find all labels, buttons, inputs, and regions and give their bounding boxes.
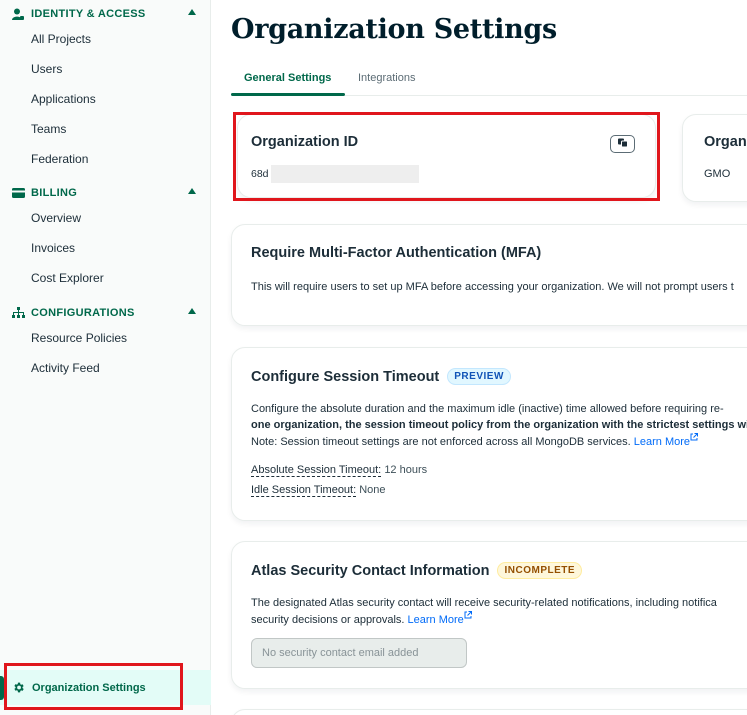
org-id-value: 68d	[251, 168, 269, 180]
caret-up-icon[interactable]	[188, 308, 196, 314]
sidebar-item-overview[interactable]: Overview	[31, 210, 81, 226]
sidebar-item-users[interactable]: Users	[31, 61, 62, 77]
external-link-icon	[464, 611, 472, 619]
org-name-title: Organ	[704, 134, 747, 150]
incomplete-badge: INCOMPLETE	[497, 562, 583, 579]
session-note: Note: Session timeout settings are not e…	[251, 436, 631, 448]
section-configurations[interactable]: CONFIGURATIONS	[11, 305, 196, 321]
security-note: security decisions or approvals.	[251, 614, 405, 626]
security-line-1: The designated Atlas security contact wi…	[251, 597, 717, 609]
sidebar-item-cost-explorer[interactable]: Cost Explorer	[31, 270, 104, 286]
mfa-card	[231, 224, 747, 326]
sidebar-item-activity-feed[interactable]: Activity Feed	[31, 360, 100, 376]
sidebar: IDENTITY & ACCESS All Projects Users App…	[0, 0, 211, 715]
section-title: IDENTITY & ACCESS	[31, 8, 146, 20]
idle-timeout-row: Idle Session Timeout: None	[251, 482, 386, 498]
tab-divider	[345, 95, 747, 96]
idle-timeout-label[interactable]: Idle Session Timeout:	[251, 484, 357, 497]
sidebar-item-federation[interactable]: Federation	[31, 151, 88, 167]
mfa-description: This will require users to set up MFA be…	[251, 281, 734, 293]
preview-badge: PREVIEW	[447, 368, 511, 385]
next-card	[231, 709, 747, 715]
mfa-title: Require Multi-Factor Authentication (MFA…	[251, 245, 542, 261]
active-indicator	[0, 676, 4, 700]
copy-button[interactable]	[610, 135, 635, 153]
org-name-value: GMO	[704, 168, 731, 180]
security-contact-email-field[interactable]: No security contact email added	[251, 638, 467, 668]
org-id-title: Organization ID	[251, 134, 359, 150]
gear-icon	[12, 681, 25, 694]
absolute-timeout-row: Absolute Session Timeout: 12 hours	[251, 462, 427, 478]
active-tab-underline	[231, 93, 345, 96]
tab-bar: General Settings Integrations	[231, 70, 747, 97]
caret-up-icon[interactable]	[188, 9, 196, 15]
external-link-icon	[690, 433, 699, 441]
caret-up-icon[interactable]	[188, 188, 196, 194]
section-billing[interactable]: BILLING	[11, 185, 196, 201]
absolute-timeout-value: 12 hours	[384, 464, 428, 476]
session-line-3: Note: Session timeout settings are not e…	[251, 433, 699, 450]
section-identity-access[interactable]: IDENTITY & ACCESS	[11, 6, 196, 22]
learn-more-text: Learn More	[407, 614, 464, 626]
section-title: CONFIGURATIONS	[31, 307, 135, 319]
person-icon	[11, 7, 25, 21]
copy-icon	[617, 135, 629, 153]
tab-integrations[interactable]: Integrations	[358, 72, 415, 96]
sidebar-item-all-projects[interactable]: All Projects	[31, 31, 91, 47]
session-line-1: Configure the absolute duration and the …	[251, 403, 724, 415]
org-name-card	[682, 114, 747, 202]
session-timeout-title-text: Configure Session Timeout	[251, 369, 440, 385]
learn-more-text: Learn More	[633, 436, 691, 448]
credit-card-icon	[11, 186, 25, 200]
redacted-org-id	[271, 165, 419, 183]
sidebar-item-label: Organization Settings	[32, 681, 146, 694]
idle-timeout-value: None	[359, 484, 386, 496]
session-timeout-title: Configure Session Timeout PREVIEW	[251, 368, 511, 385]
session-learn-more-link[interactable]: Learn More	[633, 433, 699, 448]
org-id-card	[237, 114, 656, 198]
hierarchy-icon	[11, 306, 25, 320]
sidebar-item-resource-policies[interactable]: Resource Policies	[31, 330, 127, 346]
security-contact-title: Atlas Security Contact Information INCOMP…	[251, 562, 583, 579]
sidebar-item-applications[interactable]: Applications	[31, 91, 96, 107]
section-title: BILLING	[31, 187, 78, 199]
page-title: Organization Settings	[231, 14, 557, 45]
absolute-timeout-label[interactable]: Absolute Session Timeout:	[251, 464, 382, 477]
security-contact-title-text: Atlas Security Contact Information	[251, 563, 490, 579]
sidebar-item-invoices[interactable]: Invoices	[31, 240, 75, 256]
security-line-2: security decisions or approvals. Learn M…	[251, 611, 472, 628]
session-line-2: one organization, the session timeout po…	[251, 419, 747, 431]
sidebar-item-teams[interactable]: Teams	[31, 121, 66, 137]
sidebar-item-organization-settings[interactable]: Organization Settings	[0, 670, 211, 705]
security-learn-more-link[interactable]: Learn More	[407, 611, 472, 626]
